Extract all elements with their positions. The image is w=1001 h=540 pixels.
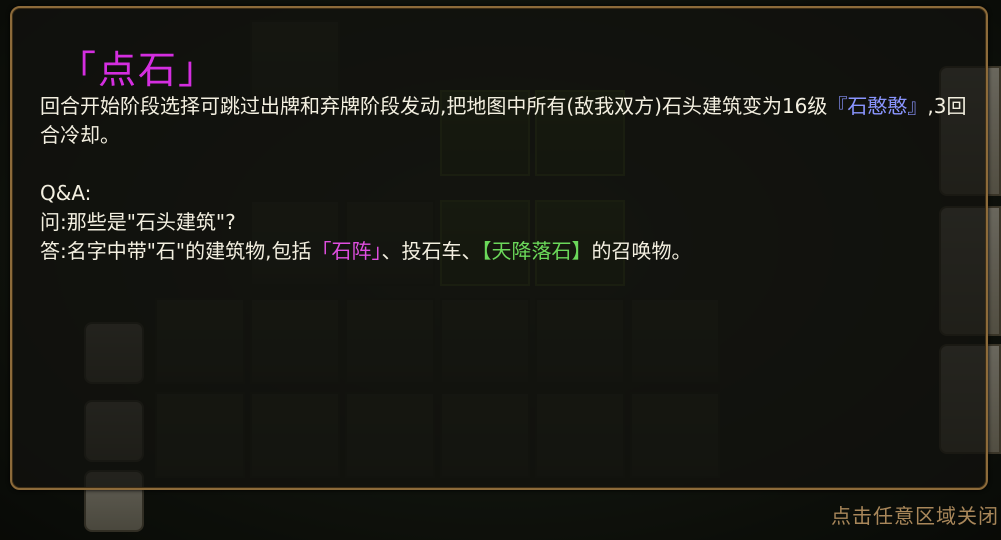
- answer-text: 、投石车、: [381, 239, 482, 263]
- qa-answer: 答:名字中带"石"的建筑物,包括「石阵」、投石车、【天降落石】的召唤物。: [40, 237, 970, 266]
- keyword-link-tianjiangluoshi: 【天降落石】: [481, 239, 592, 263]
- close-hint[interactable]: 点击任意区域关闭: [831, 500, 999, 529]
- game-screen[interactable]: 「点石」 回合开始阶段选择可跳过出牌和弃牌阶段发动,把地图中所有(敌我双方)石头…: [0, 0, 1001, 540]
- skill-tooltip-panel: 「点石」 回合开始阶段选择可跳过出牌和弃牌阶段发动,把地图中所有(敌我双方)石头…: [10, 6, 988, 490]
- answer-text: 的召唤物。: [591, 239, 692, 263]
- skill-description: 回合开始阶段选择可跳过出牌和弃牌阶段发动,把地图中所有(敌我双方)石头建筑变为1…: [40, 92, 970, 266]
- qa-header: Q&A:: [40, 181, 92, 205]
- skill-effect-text: 回合开始阶段选择可跳过出牌和弃牌阶段发动,把地图中所有(敌我双方)石头建筑变为1…: [40, 92, 970, 150]
- keyword-link-shizhen: 「石阵」: [311, 239, 382, 263]
- effect-text: 回合开始阶段选择可跳过出牌和弃牌阶段发动,把地图中所有(敌我双方)石头建筑变为1…: [40, 94, 828, 118]
- qa-question: 问:那些是"石头建筑"?: [40, 210, 236, 234]
- skill-title: 「点石」: [58, 48, 219, 92]
- keyword-link-shihanhan: 『石憨憨』: [827, 94, 928, 118]
- answer-text: 答:名字中带"石"的建筑物,包括: [40, 239, 312, 263]
